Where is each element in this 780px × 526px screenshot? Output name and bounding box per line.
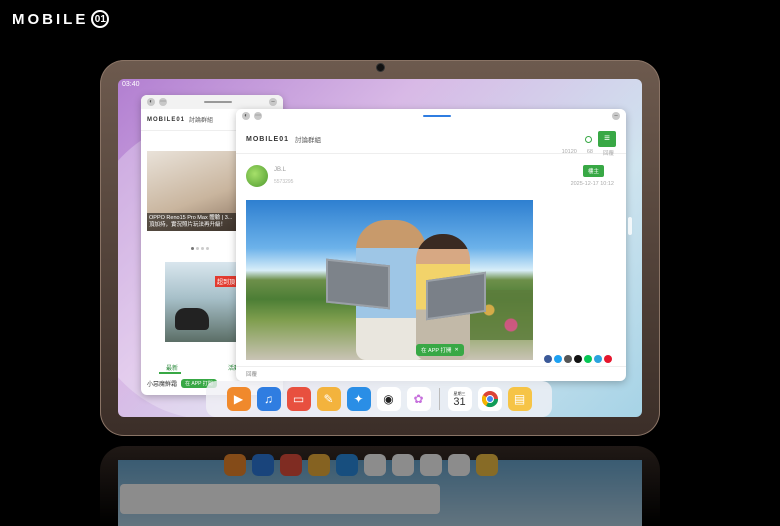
- open-app-label: 在 APP 打開: [421, 348, 452, 354]
- chrome-app-icon[interactable]: [477, 387, 502, 411]
- facebook-icon[interactable]: [544, 355, 552, 363]
- window-drag-handle[interactable]: [204, 101, 232, 103]
- carousel-dots[interactable]: [191, 247, 209, 250]
- copy-link-icon[interactable]: [564, 355, 572, 363]
- window-titlebar[interactable]: ◐ ⋯ –: [141, 95, 283, 109]
- front-camera: [377, 64, 384, 71]
- weibo-icon[interactable]: [604, 355, 612, 363]
- window-pin-icon[interactable]: ◐: [147, 98, 155, 106]
- author-name[interactable]: JB.L: [274, 167, 286, 173]
- search-icon[interactable]: [585, 135, 592, 143]
- reflection-app-icon: [308, 454, 330, 476]
- music-app-icon[interactable]: ♫: [256, 387, 281, 411]
- mobile01-logo: MOBILE 01: [12, 8, 110, 30]
- reflection-app-icon: [336, 454, 358, 476]
- post-stats: 10120 68 回覆: [562, 149, 614, 157]
- reflection-app-icon: [476, 454, 498, 476]
- owner-badge: 樓主: [582, 165, 604, 177]
- window-minimize-icon[interactable]: –: [612, 112, 620, 120]
- notes-app-icon[interactable]: ▤: [507, 387, 532, 411]
- window-drag-handle[interactable]: [423, 115, 451, 117]
- reply-label[interactable]: 回覆: [603, 149, 614, 157]
- reply-footer-label[interactable]: 回覆: [246, 370, 257, 378]
- themes-app-icon[interactable]: ✎: [316, 387, 341, 411]
- photo-tablet-2: [426, 271, 486, 321]
- views-count: 10120: [561, 149, 577, 155]
- tablet-screen: 03:40 ◐ ⋯ – MOBILE01 討論群組 OPPO Reno15 Pr…: [118, 79, 642, 417]
- hamburger-menu-button[interactable]: ≡: [598, 131, 616, 147]
- article-thumbnail[interactable]: OPPO Reno15 Pro Max 體驗 | 3... 頂加持，實況照片玩法…: [147, 151, 237, 231]
- app-dock: ▶ ♫ ▭ ✎ ✦ ◉ ✿ 星期三 31 ▤: [206, 381, 552, 417]
- side-panel-handle[interactable]: [628, 217, 632, 235]
- reflection-app-icon: [392, 454, 414, 476]
- share-bar: [544, 355, 612, 363]
- reflection-dock: [188, 450, 534, 480]
- window-footer: 回覆: [236, 366, 626, 381]
- reflection-app-icon: [224, 454, 246, 476]
- reflection-app-icon: [280, 454, 302, 476]
- table-reflection: [100, 446, 660, 526]
- site-logo[interactable]: MOBILE01: [246, 136, 289, 143]
- footer-text[interactable]: 小惡魔鮮霜: [147, 379, 177, 388]
- scooter-graphic: [175, 308, 209, 330]
- close-x-icon[interactable]: ✕: [454, 347, 458, 353]
- window-pin-icon[interactable]: ◐: [242, 112, 250, 120]
- post-photo[interactable]: 在 APP 打開 ✕: [246, 200, 533, 360]
- ad-tag: 超到頂: [214, 276, 237, 287]
- line-icon[interactable]: [584, 355, 592, 363]
- likes-count: 68: [586, 149, 593, 155]
- calendar-day: 31: [453, 395, 466, 408]
- reflection-app-icon: [364, 454, 386, 476]
- telegram-icon[interactable]: [594, 355, 602, 363]
- window-menu-icon[interactable]: ⋯: [159, 98, 167, 106]
- reflection-app-icon: [252, 454, 274, 476]
- folder-app-icon[interactable]: ▭: [286, 387, 311, 411]
- photo-tablet-1: [326, 258, 390, 310]
- camera-app-icon[interactable]: ◉: [376, 387, 401, 411]
- author-id: 5573295: [274, 179, 294, 185]
- threads-icon[interactable]: [574, 355, 582, 363]
- reflection-window: [120, 484, 440, 514]
- reflection-app-icon: [420, 454, 442, 476]
- photos-app-icon[interactable]: ✿: [406, 387, 431, 411]
- open-in-app-button[interactable]: 在 APP 打開 ✕: [416, 344, 464, 356]
- dock-separator: [438, 388, 440, 410]
- active-tab-indicator: [159, 372, 181, 374]
- avatar[interactable]: [246, 165, 268, 187]
- tab-latest[interactable]: 最新: [166, 363, 178, 372]
- browser-app-icon[interactable]: ✦: [346, 387, 371, 411]
- site-logo[interactable]: MOBILE01: [147, 117, 185, 123]
- browser-window-main[interactable]: ◐ ⋯ – MOBILE01 討論群組 ≡ 10120 68 回覆 JB.L 5…: [236, 109, 626, 381]
- post-date: 2025-12-17 10:12: [570, 181, 614, 187]
- ad-thumbnail[interactable]: 超到頂: [165, 262, 239, 342]
- brand-logo-icon: 01: [91, 10, 110, 28]
- twitter-icon[interactable]: [554, 355, 562, 363]
- video-app-icon[interactable]: ▶: [226, 387, 251, 411]
- window-minimize-icon[interactable]: –: [269, 98, 277, 106]
- article-caption[interactable]: OPPO Reno15 Pro Max 體驗 | 3... 頂加持，實況照片玩法…: [147, 213, 237, 231]
- brand-text: MOBILE: [12, 10, 89, 28]
- reflection-app-icon: [448, 454, 470, 476]
- window-titlebar[interactable]: ◐ ⋯ –: [236, 109, 626, 123]
- calendar-app-icon[interactable]: 星期三 31: [447, 387, 472, 411]
- section-title[interactable]: 討論群組: [295, 134, 321, 144]
- section-title[interactable]: 討論群組: [189, 115, 213, 124]
- status-time: 03:40: [122, 81, 140, 88]
- window-menu-icon[interactable]: ⋯: [254, 112, 262, 120]
